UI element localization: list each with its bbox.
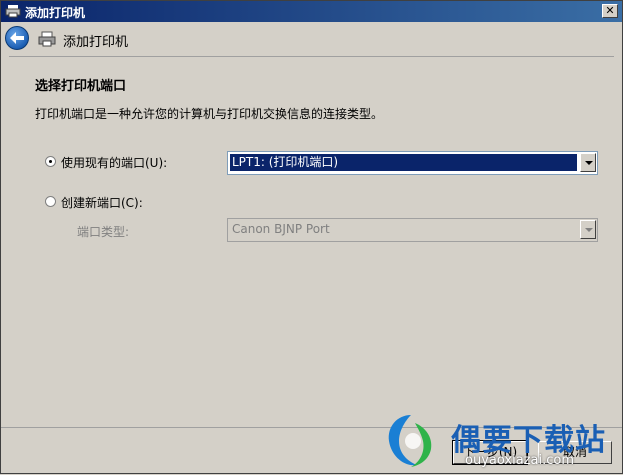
page-description: 打印机端口是一种允许您的计算机与打印机交换信息的连接类型。 bbox=[35, 107, 384, 121]
create-new-port-radio[interactable] bbox=[45, 196, 56, 207]
port-type-label: 端口类型: bbox=[77, 225, 130, 239]
watermark-url: ouyaoxiazai.com bbox=[465, 453, 574, 468]
window-title: 添加打印机 bbox=[25, 6, 86, 20]
use-existing-port-radio[interactable] bbox=[45, 156, 56, 167]
wizard-title: 添加打印机 bbox=[63, 35, 129, 50]
port-type-value: Canon BJNP Port bbox=[232, 222, 330, 236]
chevron-down-icon[interactable] bbox=[580, 153, 596, 172]
use-existing-port-label[interactable]: 使用现有的端口(U): bbox=[61, 154, 167, 171]
create-new-port-label[interactable]: 创建新端口(C): bbox=[61, 194, 143, 211]
title-bar[interactable]: 添加打印机 ✕ bbox=[1, 1, 622, 22]
printer-app-icon bbox=[5, 5, 21, 18]
watermark-logo-icon bbox=[388, 415, 432, 467]
existing-port-value: LPT1: (打印机端口) bbox=[230, 154, 577, 171]
chevron-down-icon bbox=[580, 220, 596, 239]
back-arrow-icon bbox=[10, 32, 24, 44]
printer-icon bbox=[38, 31, 56, 47]
watermark: 偶要下载站 ouyaoxiazai.com bbox=[381, 409, 623, 475]
add-printer-window: 添加打印机 ✕ 添加打印机 选择打印机端口 打印机端口是一种允许您的计算机与打印… bbox=[0, 0, 623, 474]
port-type-select: Canon BJNP Port bbox=[227, 218, 598, 242]
navigation-bar: 添加打印机 bbox=[1, 22, 622, 56]
existing-port-select[interactable]: LPT1: (打印机端口) bbox=[227, 151, 598, 175]
close-button[interactable]: ✕ bbox=[602, 4, 618, 18]
back-button[interactable] bbox=[5, 26, 29, 50]
page-heading: 选择打印机端口 bbox=[35, 79, 127, 94]
